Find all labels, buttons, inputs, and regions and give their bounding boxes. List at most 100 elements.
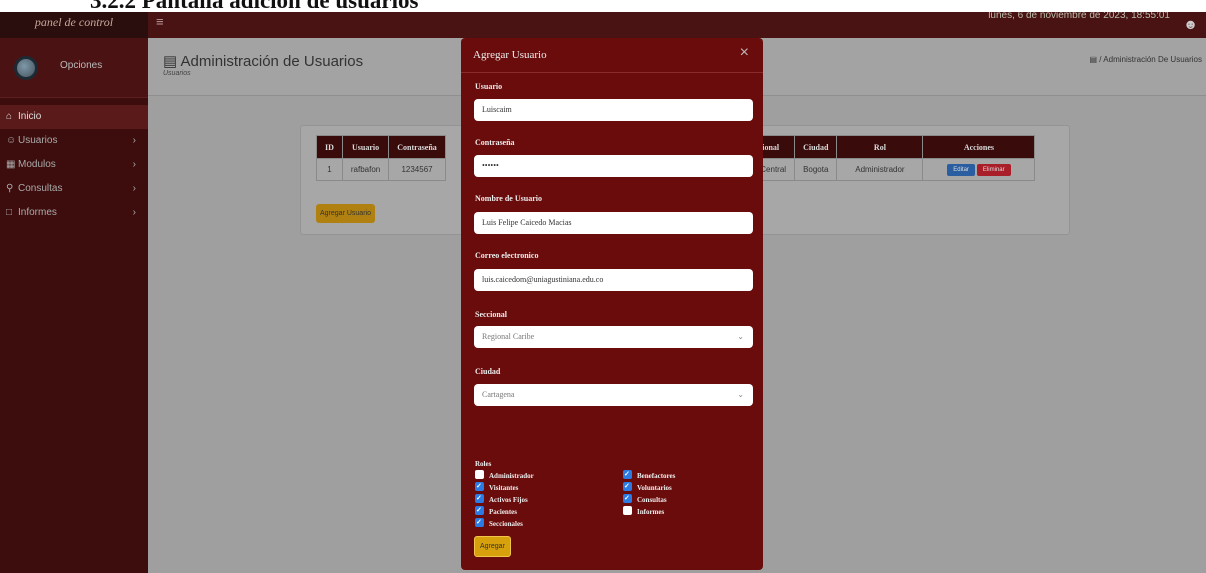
column-header-rol: Rol bbox=[836, 135, 924, 159]
ciudad-label: Ciudad bbox=[475, 367, 501, 376]
column-header-acciones: Acciones bbox=[922, 135, 1036, 159]
modal-header: Agregar Usuario × bbox=[461, 38, 763, 73]
seccional-select[interactable]: Regional Caribe ⌄ bbox=[474, 326, 753, 348]
brand-logo[interactable]: panel de control bbox=[0, 12, 148, 38]
chevron-right-icon: › bbox=[132, 183, 136, 194]
cell-acciones: Editar Eliminar bbox=[922, 158, 1036, 181]
role-label: Consultas bbox=[637, 496, 667, 504]
sidebar-item-label: Modulos bbox=[18, 159, 56, 170]
role-label: Activos Fijos bbox=[489, 496, 528, 504]
role-seccionales[interactable]: Seccionales bbox=[475, 517, 523, 529]
hamburger-menu-icon[interactable]: ≡ bbox=[156, 14, 164, 29]
sidebar-item-consultas[interactable]: ⚲ Consultas › bbox=[0, 177, 148, 201]
page-title-text: Administración de Usuarios bbox=[180, 53, 364, 70]
chevron-right-icon: › bbox=[132, 135, 136, 146]
chevron-down-icon: ⌄ bbox=[737, 332, 744, 341]
column-header-ciudad: Ciudad bbox=[794, 135, 838, 159]
role-visitantes[interactable]: Visitantes bbox=[475, 481, 519, 493]
sidebar-item-label: Informes bbox=[18, 207, 57, 218]
cell-id: 1 bbox=[316, 158, 343, 181]
role-pacientes[interactable]: Pacientes bbox=[475, 505, 517, 517]
home-icon: ⌂ bbox=[6, 111, 13, 122]
role-benefactores[interactable]: Benefactores bbox=[623, 469, 676, 481]
usuario-input[interactable]: Luiscaim bbox=[474, 99, 753, 121]
role-label: Informes bbox=[637, 508, 665, 516]
ciudad-select[interactable]: Cartagena ⌄ bbox=[474, 384, 753, 406]
app-window: panel de control ≡ lunes, 6 de noviembre… bbox=[0, 12, 1206, 573]
grid-icon: ▦ bbox=[6, 159, 16, 170]
sidebar-title: Opciones bbox=[60, 60, 103, 71]
cell-rol: Administrador bbox=[836, 158, 924, 181]
list-icon: ▤ bbox=[1089, 55, 1100, 64]
checkbox-checked[interactable] bbox=[475, 493, 484, 503]
delete-button[interactable]: Eliminar bbox=[976, 163, 1011, 176]
top-navbar: panel de control ≡ lunes, 6 de noviembre… bbox=[0, 12, 1206, 38]
sidebar-item-usuarios[interactable]: ☺ Usuarios › bbox=[0, 129, 148, 153]
edit-button[interactable]: Editar bbox=[947, 163, 975, 176]
role-administrador[interactable]: Administrador bbox=[475, 470, 534, 481]
usuario-label: Usuario bbox=[475, 82, 503, 91]
close-icon[interactable]: × bbox=[740, 44, 749, 62]
page-subtitle: Usuarios bbox=[163, 70, 191, 77]
user-icon: ☺ bbox=[6, 135, 17, 146]
role-label: Administrador bbox=[489, 472, 534, 480]
column-header-usuario: Usuario bbox=[341, 135, 390, 159]
search-icon: ⚲ bbox=[6, 183, 14, 194]
sidebar-item-modulos[interactable]: ▦ Modulos › bbox=[0, 153, 148, 177]
sidebar-item-inicio[interactable]: ⌂ Inicio bbox=[0, 105, 148, 129]
checkbox-checked[interactable] bbox=[475, 505, 484, 515]
column-header-id: ID bbox=[316, 135, 343, 159]
page-title: ▤ Administración de Usuarios bbox=[163, 52, 363, 70]
sidebar-item-label: Inicio bbox=[18, 111, 42, 122]
checkbox-checked[interactable] bbox=[623, 481, 632, 491]
checkbox-checked[interactable] bbox=[623, 493, 632, 503]
role-label: Pacientes bbox=[489, 508, 517, 516]
sidebar: Opciones ⌂ Inicio ☺ Usuarios › ▦ Modulos › ⚲ C… bbox=[0, 38, 148, 573]
avatar bbox=[14, 56, 38, 80]
chevron-right-icon: › bbox=[132, 207, 136, 218]
correo-input[interactable]: luis.caicedom@uniagustiniana.edu.co bbox=[474, 269, 753, 291]
roles-title: Roles bbox=[475, 460, 492, 468]
password-input[interactable]: •••••• bbox=[474, 155, 753, 177]
checkbox[interactable] bbox=[475, 470, 484, 479]
sidebar-item-label: Consultas bbox=[18, 183, 63, 194]
ciudad-select-value: Cartagena bbox=[482, 390, 515, 399]
sidebar-item-label: Usuarios bbox=[18, 135, 58, 146]
role-label: Seccionales bbox=[489, 520, 523, 528]
password-label: Contraseña bbox=[475, 138, 515, 147]
seccional-select-value: Regional Caribe bbox=[482, 332, 535, 341]
agregar-button[interactable]: Agregar bbox=[474, 536, 511, 557]
list-icon: ▤ bbox=[163, 53, 181, 70]
checkbox-checked[interactable] bbox=[475, 517, 484, 527]
role-informes[interactable]: Informes bbox=[623, 506, 664, 517]
role-consultas[interactable]: Consultas bbox=[623, 493, 667, 505]
checkbox[interactable] bbox=[623, 506, 632, 515]
current-datetime: lunes, 6 de noviembre de 2023, 18:55:01 bbox=[988, 12, 1170, 21]
modal-title: Agregar Usuario bbox=[473, 49, 547, 61]
nombre-label: Nombre de Usuario bbox=[475, 194, 542, 203]
role-label: Voluntarios bbox=[637, 484, 672, 492]
add-user-button[interactable]: Agregar Usuario bbox=[316, 204, 375, 223]
role-label: Benefactores bbox=[637, 472, 676, 480]
column-header-contrasena: Contraseña bbox=[388, 135, 446, 159]
checkbox-checked[interactable] bbox=[475, 481, 484, 491]
correo-label: Correo electronico bbox=[475, 251, 539, 260]
breadcrumb: ▤ / Administración De Usuarios bbox=[1090, 55, 1203, 64]
cell-password: 1234567 bbox=[388, 158, 446, 181]
role-label: Visitantes bbox=[489, 484, 519, 492]
breadcrumb-text[interactable]: / Administración De Usuarios bbox=[1099, 55, 1202, 64]
checkbox-checked[interactable] bbox=[623, 469, 632, 479]
chevron-down-icon: ⌄ bbox=[737, 390, 744, 399]
chevron-right-icon: › bbox=[132, 159, 136, 170]
document-icon: □ bbox=[6, 207, 13, 218]
nombre-input[interactable]: Luis Felipe Caicedo Macias bbox=[474, 212, 753, 234]
sidebar-header: Opciones bbox=[0, 38, 148, 98]
add-user-modal: Agregar Usuario × Usuario Luiscaim Contr… bbox=[461, 38, 763, 570]
role-voluntarios[interactable]: Voluntarios bbox=[623, 481, 672, 493]
seccional-label: Seccional bbox=[475, 310, 507, 319]
user-account-icon[interactable]: ☻ bbox=[1183, 16, 1198, 32]
cell-usuario: rafbafon bbox=[341, 158, 390, 181]
role-activos-fijos[interactable]: Activos Fijos bbox=[475, 493, 528, 505]
sidebar-item-informes[interactable]: □ Informes › bbox=[0, 201, 148, 225]
cell-ciudad: Bogota bbox=[794, 158, 838, 181]
